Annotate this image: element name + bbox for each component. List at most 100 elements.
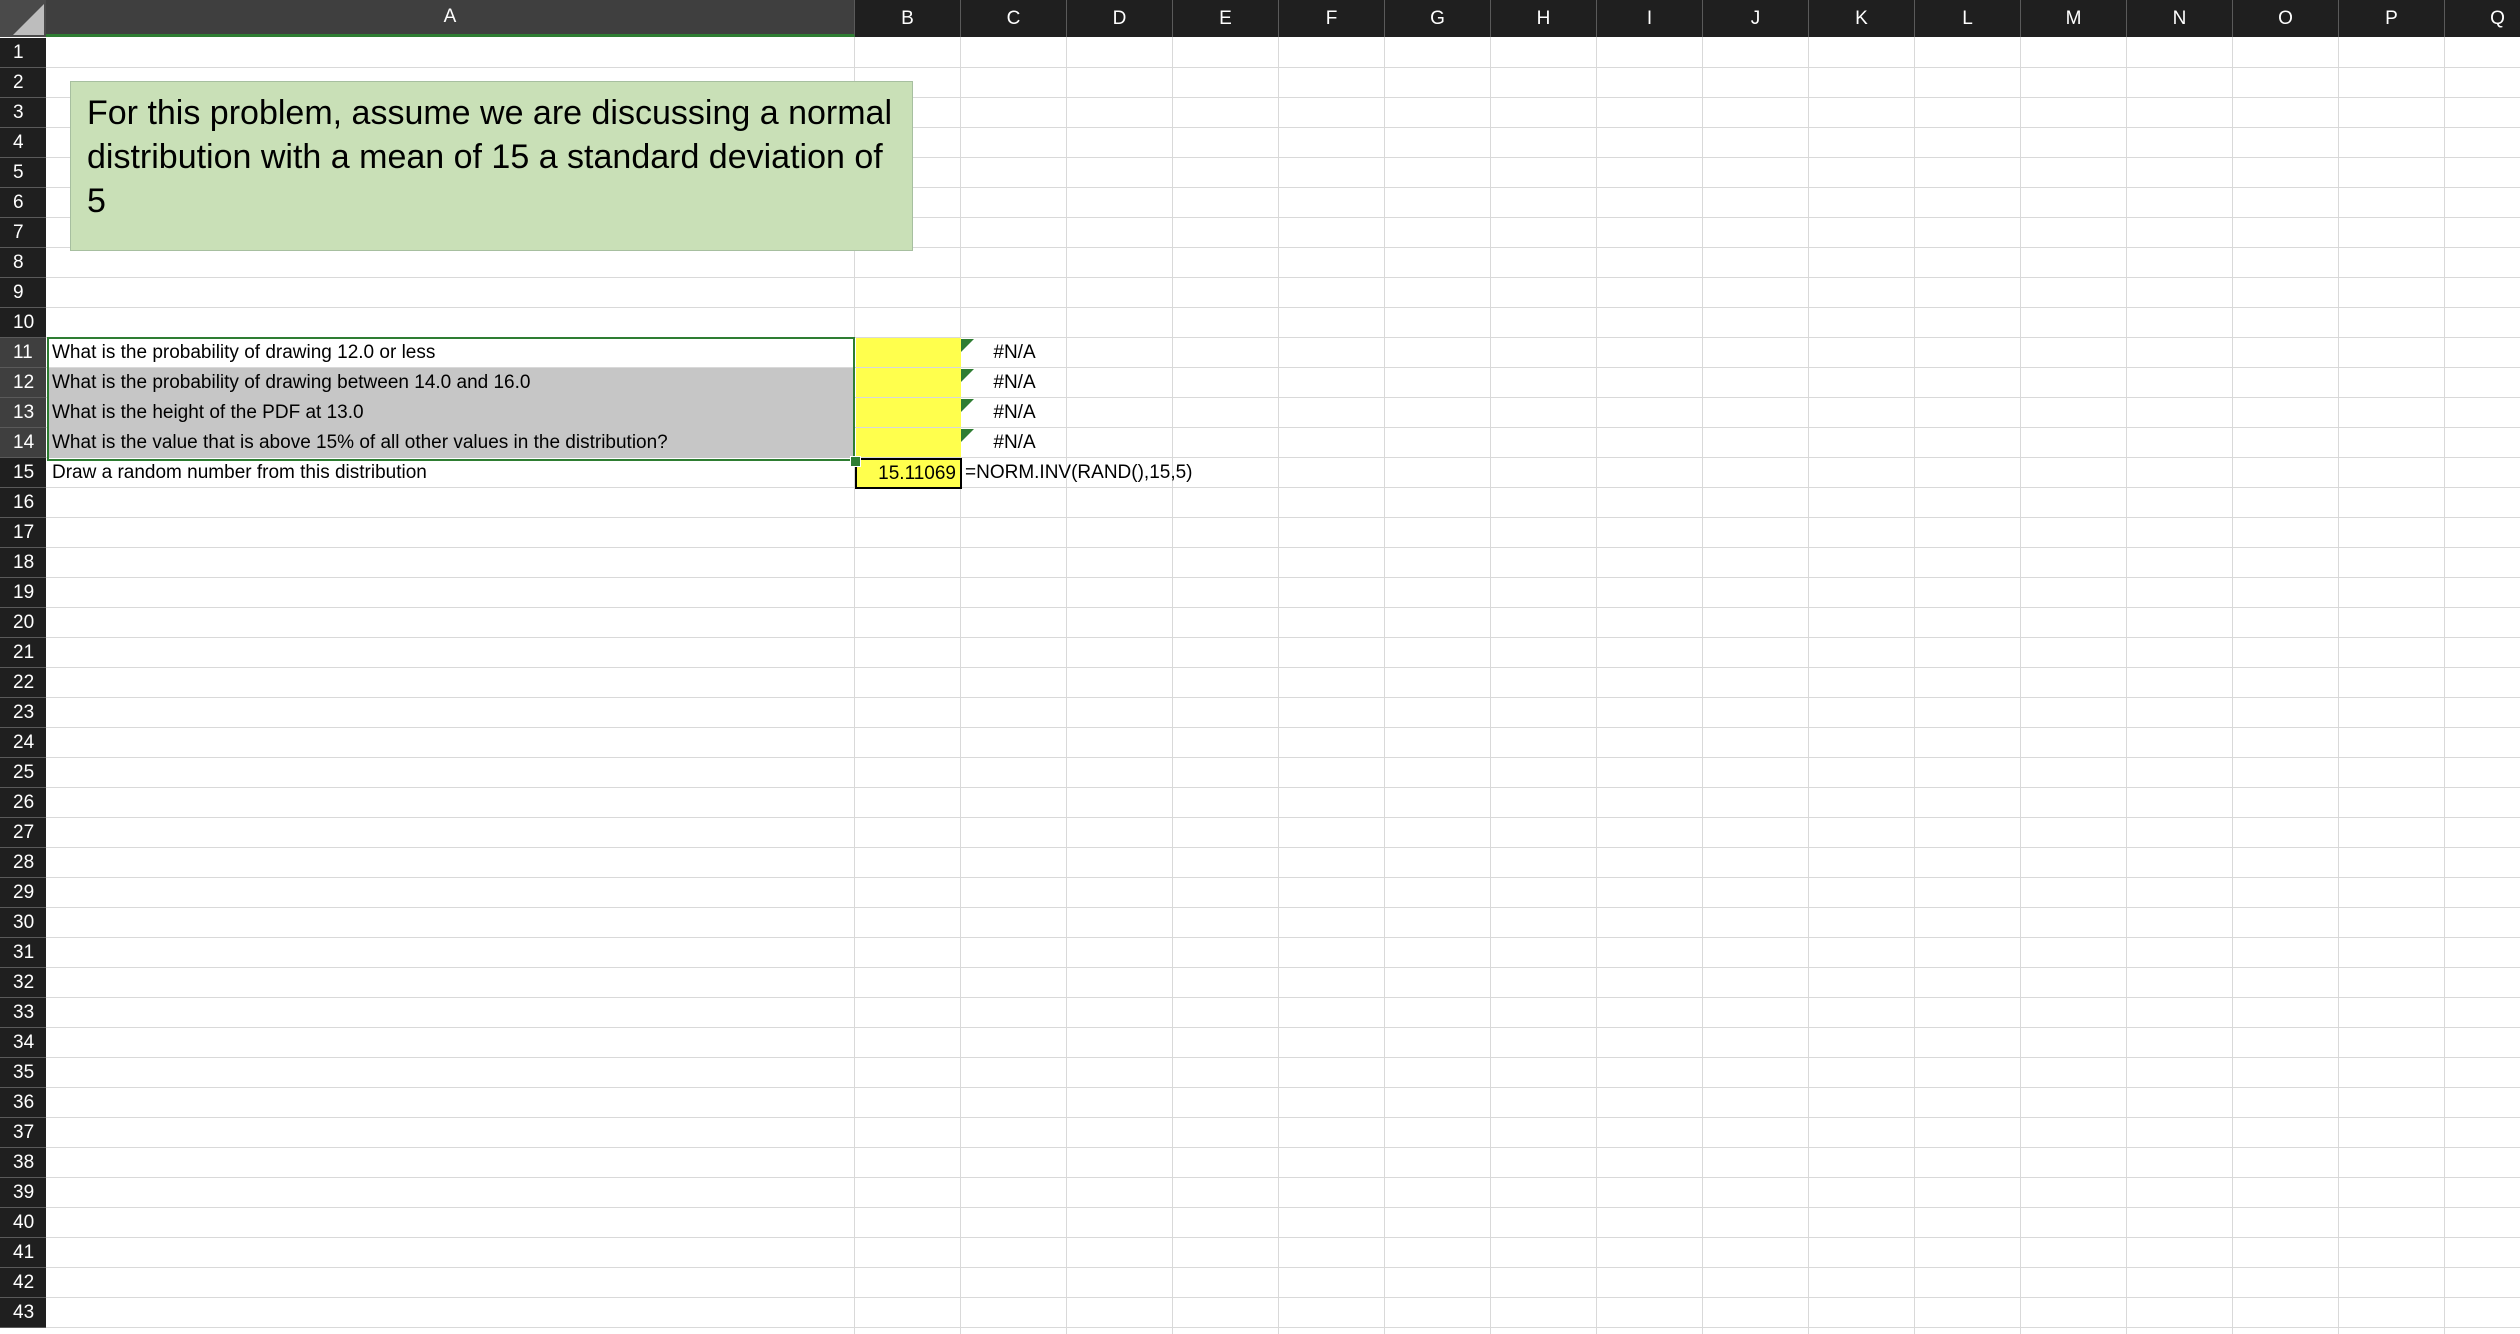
row-gridline — [0, 877, 2520, 878]
column-gridline — [1490, 0, 1491, 1334]
column-header-J[interactable]: J — [1703, 0, 1809, 37]
column-header-Q[interactable]: Q — [2445, 0, 2520, 37]
column-header-L[interactable]: L — [1915, 0, 2021, 37]
column-gridline — [2338, 0, 2339, 1334]
row-gridline — [0, 757, 2520, 758]
column-gridline — [2020, 0, 2021, 1334]
column-header-H[interactable]: H — [1491, 0, 1597, 37]
row-gridline — [0, 1297, 2520, 1298]
column-header-F[interactable]: F — [1279, 0, 1385, 37]
row-header-13[interactable]: 13 — [0, 398, 46, 428]
row-header-16[interactable]: 16 — [0, 488, 46, 518]
row-header-24[interactable]: 24 — [0, 728, 46, 758]
row-header-35[interactable]: 35 — [0, 1058, 46, 1088]
column-header-P[interactable]: P — [2339, 0, 2445, 37]
row-header-14[interactable]: 14 — [0, 428, 46, 458]
row-header-28[interactable]: 28 — [0, 848, 46, 878]
column-header-K[interactable]: K — [1809, 0, 1915, 37]
row-header-27[interactable]: 27 — [0, 818, 46, 848]
row-gridline — [0, 847, 2520, 848]
column-header-M[interactable]: M — [2021, 0, 2127, 37]
row-gridline — [0, 1237, 2520, 1238]
column-gridline — [1066, 0, 1067, 1334]
row-gridline — [0, 307, 2520, 308]
row-header-30[interactable]: 30 — [0, 908, 46, 938]
row-header-7[interactable]: 7 — [0, 218, 46, 248]
row-header-37[interactable]: 37 — [0, 1118, 46, 1148]
row-header-38[interactable]: 38 — [0, 1148, 46, 1178]
answer-cell-4[interactable] — [856, 428, 961, 457]
row-gridline — [0, 967, 2520, 968]
spreadsheet-grid[interactable]: ABCDEFGHIJKLMNOPQ 1 2 3 4 5 6 7 8 9 10 11 12 13 14 15 1… — [0, 0, 2520, 1334]
row-gridline — [0, 727, 2520, 728]
select-all-corner[interactable] — [0, 0, 46, 37]
row-header-15[interactable]: 15 — [0, 458, 46, 488]
row-gridline — [0, 517, 2520, 518]
row-header-18[interactable]: 18 — [0, 548, 46, 578]
row-header-20[interactable]: 20 — [0, 608, 46, 638]
row-header-4[interactable]: 4 — [0, 128, 46, 158]
row-header-36[interactable]: 36 — [0, 1088, 46, 1118]
row-header-21[interactable]: 21 — [0, 638, 46, 668]
row-header-26[interactable]: 26 — [0, 788, 46, 818]
row-header-33[interactable]: 33 — [0, 998, 46, 1028]
column-header-O[interactable]: O — [2233, 0, 2339, 37]
column-header-B[interactable]: B — [855, 0, 961, 37]
question-label-4[interactable]: What is the value that is above 15% of a… — [47, 428, 854, 458]
column-header-D[interactable]: D — [1067, 0, 1173, 37]
random-value-cell[interactable]: 15.11069 — [855, 458, 962, 489]
row-header-6[interactable]: 6 — [0, 188, 46, 218]
row-gridline — [0, 67, 2520, 68]
question-label-3[interactable]: What is the height of the PDF at 13.0 — [47, 398, 854, 428]
row-header-22[interactable]: 22 — [0, 668, 46, 698]
row-header-23[interactable]: 23 — [0, 698, 46, 728]
row-header-42[interactable]: 42 — [0, 1268, 46, 1298]
row-gridline — [0, 937, 2520, 938]
row-header-39[interactable]: 39 — [0, 1178, 46, 1208]
column-header-I[interactable]: I — [1597, 0, 1703, 37]
row-header-19[interactable]: 19 — [0, 578, 46, 608]
column-gridline — [2444, 0, 2445, 1334]
check-cell-4[interactable]: #N/A — [962, 428, 1067, 458]
random-draw-label[interactable]: Draw a random number from this distribut… — [47, 458, 854, 488]
row-header-34[interactable]: 34 — [0, 1028, 46, 1058]
column-gridline — [1172, 0, 1173, 1334]
row-header-32[interactable]: 32 — [0, 968, 46, 998]
column-header-A[interactable]: A — [46, 0, 855, 37]
formula-text-cell[interactable]: =NORM.INV(RAND(),15,5) — [965, 458, 1265, 488]
check-cell-2[interactable]: #N/A — [962, 368, 1067, 398]
row-header-1[interactable]: 1 — [0, 38, 46, 68]
row-header-9[interactable]: 9 — [0, 278, 46, 308]
answer-cell-3[interactable] — [856, 398, 961, 427]
row-gridline — [0, 1147, 2520, 1148]
column-gridline — [1278, 0, 1279, 1334]
row-gridline — [0, 1177, 2520, 1178]
answer-cell-1[interactable] — [856, 338, 961, 367]
answer-cell-2[interactable] — [856, 368, 961, 397]
column-header-E[interactable]: E — [1173, 0, 1279, 37]
row-header-41[interactable]: 41 — [0, 1238, 46, 1268]
row-header-3[interactable]: 3 — [0, 98, 46, 128]
row-header-31[interactable]: 31 — [0, 938, 46, 968]
row-header-17[interactable]: 17 — [0, 518, 46, 548]
row-header-2[interactable]: 2 — [0, 68, 46, 98]
fill-handle[interactable] — [850, 456, 861, 467]
check-cell-1[interactable]: #N/A — [962, 338, 1067, 368]
check-cell-3[interactable]: #N/A — [962, 398, 1067, 428]
row-gridline — [0, 1087, 2520, 1088]
row-header-43[interactable]: 43 — [0, 1298, 46, 1328]
column-header-N[interactable]: N — [2127, 0, 2233, 37]
column-header-G[interactable]: G — [1385, 0, 1491, 37]
row-header-29[interactable]: 29 — [0, 878, 46, 908]
row-header-40[interactable]: 40 — [0, 1208, 46, 1238]
question-label-1[interactable]: What is the probability of drawing 12.0 … — [47, 338, 854, 368]
row-header-11[interactable]: 11 — [0, 338, 46, 368]
row-header-10[interactable]: 10 — [0, 308, 46, 338]
row-gridline — [0, 1267, 2520, 1268]
row-header-5[interactable]: 5 — [0, 158, 46, 188]
row-header-8[interactable]: 8 — [0, 248, 46, 278]
question-label-2[interactable]: What is the probability of drawing betwe… — [47, 368, 854, 398]
column-header-C[interactable]: C — [961, 0, 1067, 37]
row-header-25[interactable]: 25 — [0, 758, 46, 788]
row-header-12[interactable]: 12 — [0, 368, 46, 398]
